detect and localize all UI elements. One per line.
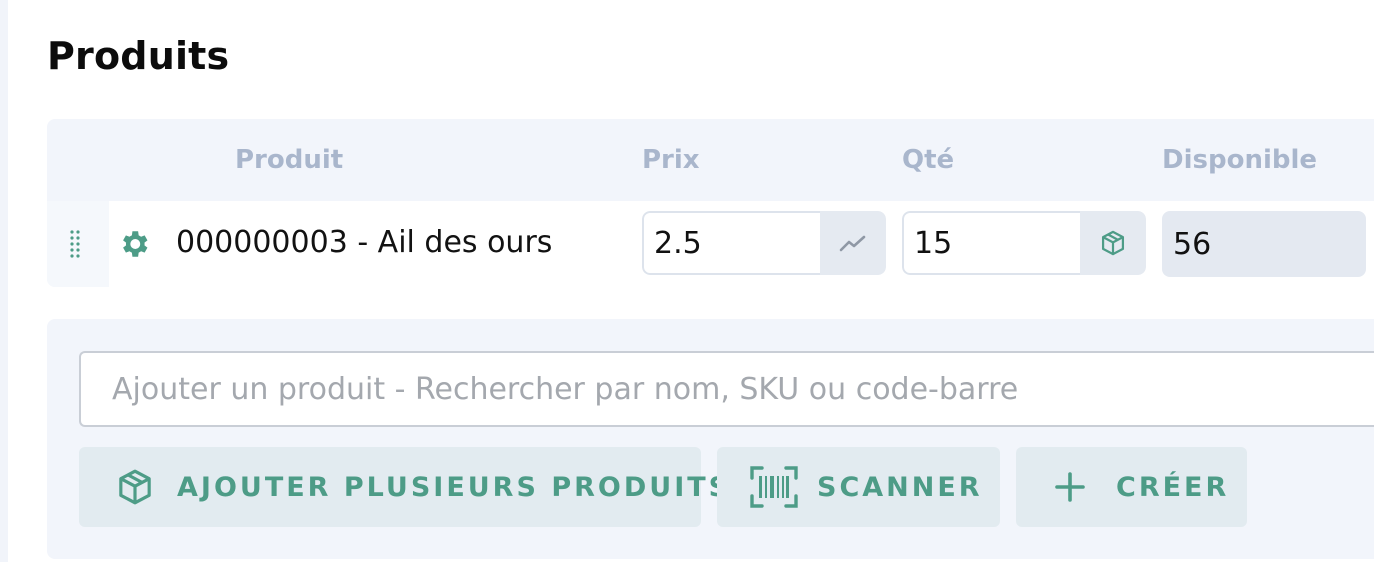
add-multiple-products-button[interactable]: AJOUTER PLUSIEURS PRODUITS xyxy=(79,447,728,527)
box-icon xyxy=(119,469,151,505)
product-name[interactable]: 000000003 - Ail des ours xyxy=(176,225,552,260)
gear-icon[interactable] xyxy=(117,227,151,261)
add-multiple-label: AJOUTER PLUSIEURS PRODUITS xyxy=(177,471,732,503)
header-available: Disponible xyxy=(1162,145,1318,175)
scan-label: SCANNER xyxy=(817,471,983,503)
products-table: Produit Prix Qté Disponible 000000003 - … xyxy=(47,119,1374,287)
available-value: 56 xyxy=(1162,211,1366,277)
barcode-icon xyxy=(750,466,798,508)
stock-button[interactable] xyxy=(1080,211,1146,275)
add-product-panel: AJOUTER PLUSIEURS PRODUITS SCANNER CRÉER xyxy=(47,319,1374,559)
plus-icon xyxy=(1055,472,1085,502)
header-price: Prix xyxy=(642,145,700,175)
price-history-button[interactable] xyxy=(820,211,886,275)
create-product-button[interactable]: CRÉER xyxy=(1016,447,1247,527)
drag-handle-icon[interactable] xyxy=(67,229,83,259)
table-header: Produit Prix Qté Disponible xyxy=(47,119,1374,201)
scan-button[interactable]: SCANNER xyxy=(717,447,1000,527)
product-search-input[interactable] xyxy=(79,351,1374,427)
price-input[interactable]: 2.5 xyxy=(642,211,820,275)
header-product: Produit xyxy=(235,145,344,175)
trend-chart-icon xyxy=(839,235,866,252)
price-field: 2.5 xyxy=(642,211,886,275)
box-icon xyxy=(1101,230,1125,256)
header-qty: Qté xyxy=(902,145,955,175)
create-label: CRÉER xyxy=(1116,471,1230,503)
left-border xyxy=(0,0,8,562)
qty-field: 15 xyxy=(902,211,1146,275)
qty-input[interactable]: 15 xyxy=(902,211,1080,275)
section-title: Produits xyxy=(47,34,230,78)
